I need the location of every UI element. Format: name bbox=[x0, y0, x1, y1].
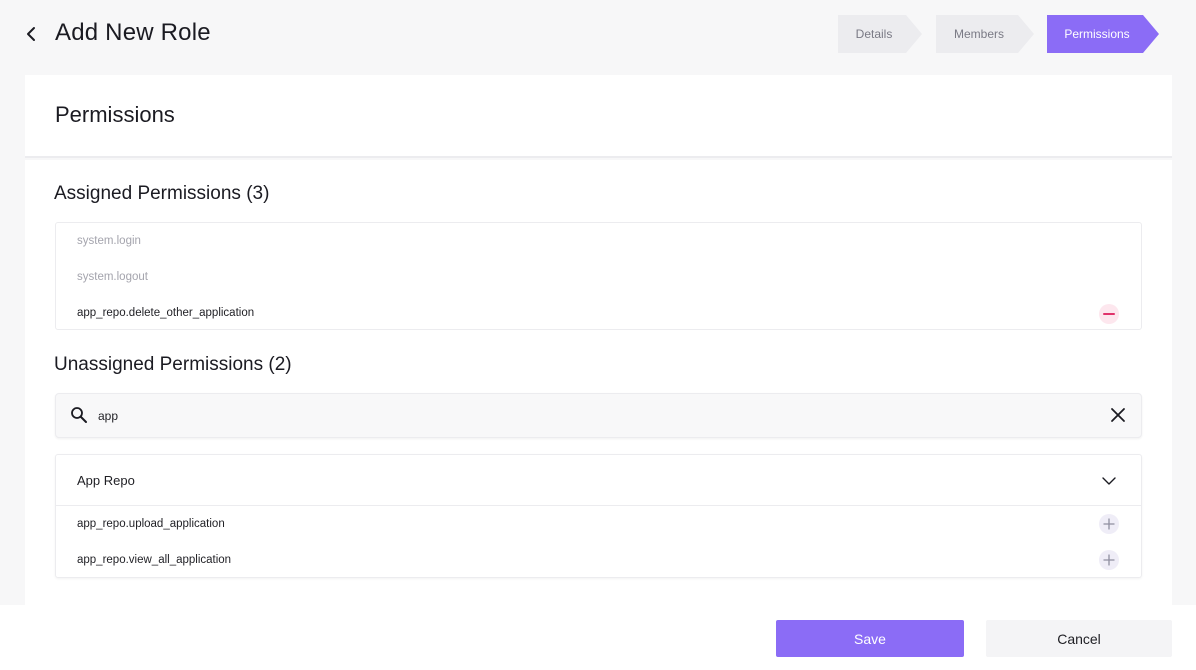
group-name: App Repo bbox=[77, 472, 135, 488]
plus-icon bbox=[1103, 554, 1115, 566]
permission-name: system.login bbox=[77, 235, 141, 247]
assigned-permissions-list: system.login system.logout app_repo.dele… bbox=[55, 222, 1142, 330]
cancel-button[interactable]: Cancel bbox=[986, 620, 1172, 657]
panel-body: Assigned Permissions (3) system.login sy… bbox=[25, 160, 1172, 605]
step-label: Members bbox=[953, 27, 1004, 41]
permission-name: app_repo.view_all_application bbox=[77, 554, 232, 566]
search-icon bbox=[71, 407, 87, 423]
chevron-left-icon bbox=[27, 27, 35, 41]
chevron-down-icon bbox=[1102, 477, 1116, 485]
step-label: Permissions bbox=[1064, 27, 1130, 41]
assigned-permission-item: system.login bbox=[56, 223, 1141, 259]
form-footer: Save Cancel bbox=[0, 605, 1196, 670]
plus-icon bbox=[1103, 518, 1115, 530]
step-permissions[interactable]: Permissions bbox=[1047, 15, 1159, 53]
panel-title: Permissions bbox=[55, 102, 175, 127]
assigned-permission-item: app_repo.delete_other_application bbox=[56, 295, 1141, 331]
remove-permission-button[interactable] bbox=[1099, 304, 1119, 324]
permission-group: App Repo app_repo.upload_application app… bbox=[55, 454, 1142, 578]
close-icon[interactable] bbox=[1109, 406, 1127, 424]
permission-name: app_repo.upload_application bbox=[77, 518, 225, 530]
permission-group-header[interactable]: App Repo bbox=[56, 455, 1141, 506]
add-permission-button[interactable] bbox=[1099, 550, 1119, 570]
assigned-permissions-title: Assigned Permissions (3) bbox=[54, 183, 270, 204]
permission-name: system.logout bbox=[77, 271, 148, 283]
permission-name: app_repo.delete_other_application bbox=[77, 307, 255, 319]
add-permission-button[interactable] bbox=[1099, 514, 1119, 534]
unassigned-permission-item: app_repo.upload_application bbox=[56, 506, 1141, 542]
unassigned-permissions-title: Unassigned Permissions (2) bbox=[54, 354, 292, 375]
panel-header: Permissions bbox=[25, 75, 1172, 158]
back-button[interactable] bbox=[20, 22, 42, 46]
step-details[interactable]: Details bbox=[838, 15, 922, 53]
search-input[interactable] bbox=[98, 404, 1078, 428]
assigned-permission-item: system.logout bbox=[56, 259, 1141, 295]
unassigned-permission-item: app_repo.view_all_application bbox=[56, 542, 1141, 578]
permission-search bbox=[55, 393, 1142, 438]
minus-icon bbox=[1103, 313, 1115, 315]
save-button[interactable]: Save bbox=[776, 620, 964, 657]
page-header: Add New Role Details Members Permissions bbox=[0, 0, 1196, 70]
step-label: Details bbox=[855, 27, 893, 41]
step-members[interactable]: Members bbox=[936, 15, 1034, 53]
page-title: Add New Role bbox=[55, 19, 211, 46]
